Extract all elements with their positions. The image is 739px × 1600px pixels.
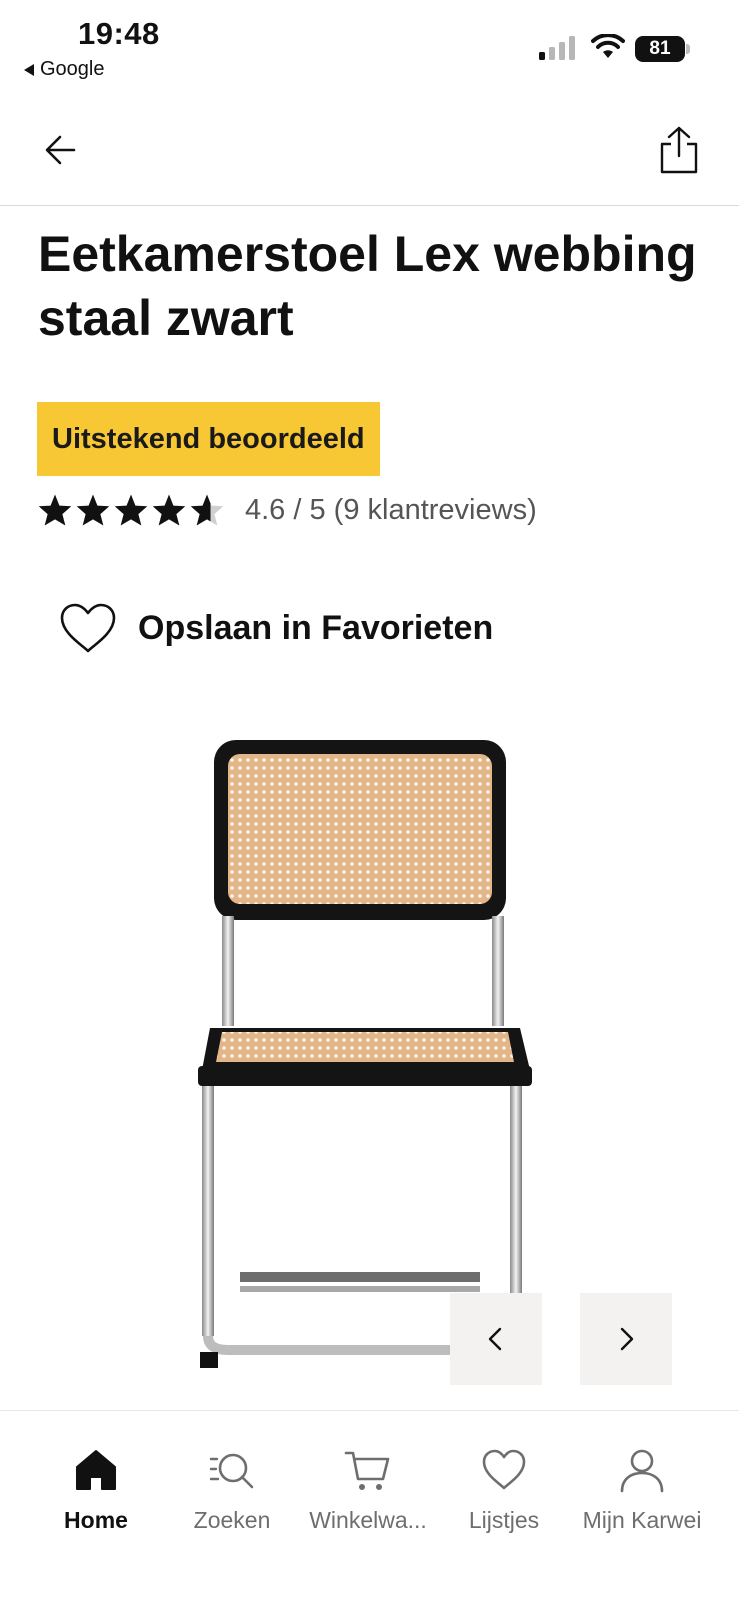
- tab-label: Home: [64, 1507, 128, 1533]
- tab-cart[interactable]: Winkelwa...: [298, 1445, 438, 1534]
- back-triangle-icon: [24, 63, 34, 76]
- back-app-label: Google: [40, 58, 105, 80]
- cellular-signal-icon: [539, 36, 575, 60]
- home-icon: [76, 1450, 116, 1490]
- tab-label: Lijstjes: [468, 1507, 540, 1533]
- rating-text: 4.6 / 5 (9 klantreviews): [245, 493, 537, 526]
- heart-outline-icon: [60, 603, 116, 653]
- status-bar: 19:48 Google 81: [0, 0, 739, 92]
- nav-header: [0, 110, 739, 206]
- favorite-label: Opslaan in Favorieten: [138, 608, 494, 647]
- status-time: 19:48: [78, 16, 160, 51]
- star-icon: [38, 494, 72, 526]
- star-icon: [76, 494, 110, 526]
- star-icon: [114, 494, 148, 526]
- wifi-icon: [591, 34, 625, 58]
- half-star-icon: [190, 494, 224, 526]
- tab-account[interactable]: Mijn Karwei: [572, 1445, 712, 1534]
- share-icon[interactable]: [656, 124, 702, 176]
- tab-home[interactable]: Home: [26, 1445, 166, 1534]
- tab-label: Winkelwa...: [309, 1507, 427, 1533]
- battery-icon: 81: [635, 36, 691, 62]
- tab-lists[interactable]: Lijstjes: [434, 1445, 574, 1534]
- tab-label: Mijn Karwei: [582, 1507, 702, 1533]
- cart-icon: [344, 1451, 390, 1490]
- search-list-icon: [209, 1453, 254, 1489]
- carousel-next-button[interactable]: [580, 1293, 672, 1385]
- star-rating: [37, 493, 225, 527]
- chevron-left-icon: [488, 1327, 502, 1351]
- tab-bar: Home Zoeken Winkelwa... Lijstjes Mijn Ka…: [0, 1410, 739, 1600]
- user-icon: [620, 1449, 664, 1493]
- tab-label: Zoeken: [193, 1507, 271, 1533]
- product-title: Eetkamerstoel Lex webbing staal zwart: [38, 226, 697, 346]
- carousel-prev-button[interactable]: [450, 1293, 542, 1385]
- arrow-left-icon[interactable]: [40, 128, 84, 172]
- rating-row[interactable]: 4.6 / 5 (9 klantreviews): [37, 490, 537, 530]
- back-to-app-link[interactable]: Google: [24, 58, 105, 81]
- save-favorite-button[interactable]: Opslaan in Favorieten: [58, 600, 493, 656]
- star-icon: [152, 494, 186, 526]
- chevron-right-icon: [620, 1327, 634, 1351]
- rating-badge: Uitstekend beoordeeld: [37, 402, 380, 476]
- battery-level: 81: [635, 36, 685, 62]
- tab-search[interactable]: Zoeken: [162, 1445, 302, 1534]
- heart-icon: [482, 1449, 526, 1490]
